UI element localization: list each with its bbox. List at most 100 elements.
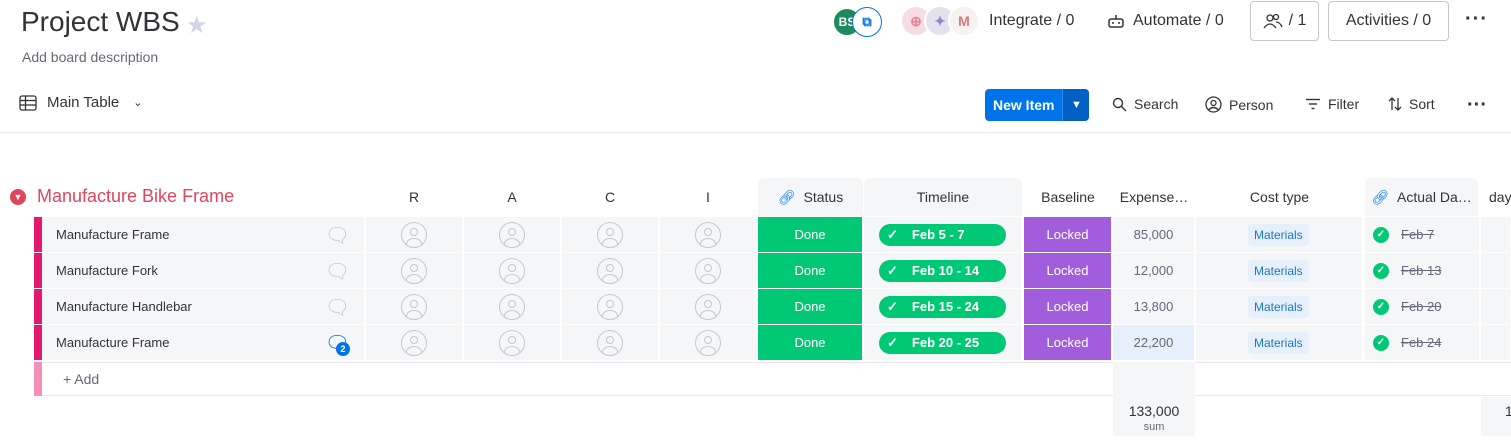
automate-button[interactable]: Automate / 0 [1107, 12, 1224, 30]
person-cell-i[interactable] [660, 217, 757, 252]
days-cell[interactable] [1481, 289, 1511, 324]
cost-type-tag[interactable]: Materials [1248, 331, 1309, 354]
column-header-i[interactable]: I [660, 178, 756, 216]
column-header-cost-type[interactable]: Cost type [1196, 178, 1363, 216]
person-cell-r[interactable] [366, 253, 463, 288]
timeline-range: Feb 10 - 14 [911, 263, 980, 278]
cost-type-tag[interactable]: Materials [1248, 295, 1309, 318]
column-header-c[interactable]: C [562, 178, 658, 216]
cost-type-cell[interactable]: Materials [1196, 325, 1363, 360]
column-header-expenses[interactable]: Expense… [1113, 178, 1195, 216]
cost-type-tag[interactable]: Materials [1248, 223, 1309, 246]
new-item-main[interactable]: New Item [985, 89, 1063, 121]
actual-date-cell[interactable]: ✓ Feb 7 [1365, 217, 1480, 252]
expense-cell[interactable]: 22,200 [1113, 325, 1195, 360]
actual-date-cell[interactable]: ✓ Feb 24 [1365, 325, 1480, 360]
person-cell-i[interactable] [660, 253, 757, 288]
timeline-pill[interactable]: ✓ Feb 15 - 24 [879, 295, 1006, 318]
board-description[interactable]: Add board description [22, 49, 158, 65]
add-item-label[interactable]: + Add [63, 371, 99, 387]
person-cell-c[interactable] [562, 217, 659, 252]
person-cell-i[interactable] [660, 289, 757, 324]
column-header-r[interactable]: R [366, 178, 462, 216]
new-item-button[interactable]: New Item ▼ [985, 89, 1090, 121]
baseline-cell[interactable]: Locked [1024, 217, 1112, 252]
timeline-pill[interactable]: ✓ Feb 20 - 25 [879, 331, 1006, 354]
add-item-row[interactable] [42, 362, 1511, 396]
more-options-icon[interactable]: ··· [1465, 8, 1488, 31]
column-header-baseline[interactable]: Baseline [1024, 178, 1112, 216]
status-cell[interactable]: Done [758, 217, 863, 252]
expense-cell[interactable]: 13,800 [1113, 289, 1195, 324]
person-cell-a[interactable] [464, 289, 561, 324]
cost-type-cell[interactable]: Materials [1196, 253, 1363, 288]
column-header-a[interactable]: A [464, 178, 560, 216]
cost-type-cell[interactable]: Materials [1196, 217, 1363, 252]
column-header-actual-date[interactable]: 🔗︎ Actual Da… [1365, 178, 1478, 216]
person-cell-c[interactable] [562, 325, 659, 360]
timeline-pill[interactable]: ✓ Feb 5 - 7 [879, 223, 1006, 246]
actual-date-cell[interactable]: ✓ Feb 13 [1365, 253, 1480, 288]
expense-cell[interactable]: 12,000 [1113, 253, 1195, 288]
chevron-down-icon[interactable]: ⌄ [133, 96, 142, 109]
actual-date-cell[interactable]: ✓ Feb 20 [1365, 289, 1480, 324]
person-cell-a[interactable] [464, 325, 561, 360]
item-name-cell[interactable]: Manufacture Fork 🗨︎ [42, 253, 365, 288]
comment-icon[interactable]: 🗨︎ [325, 295, 350, 320]
column-header-days[interactable]: day [1481, 178, 1511, 216]
expense-sum-label: sum [1143, 421, 1165, 433]
filter-icon [1306, 98, 1320, 110]
more-options-icon[interactable]: ··· [1467, 94, 1487, 117]
column-header-timeline[interactable]: Timeline [864, 178, 1022, 216]
search-button[interactable]: Search [1112, 96, 1178, 112]
view-tab-main-table[interactable]: Main Table ⌄ [19, 94, 143, 111]
days-cell[interactable] [1481, 217, 1511, 252]
item-name-cell[interactable]: Manufacture Frame 🗨︎ 2 [42, 325, 365, 360]
timeline-cell[interactable]: ✓ Feb 10 - 14 [864, 253, 1022, 288]
star-icon[interactable]: ★ [186, 11, 208, 40]
person-cell-r[interactable] [366, 217, 463, 252]
status-cell[interactable]: Done [758, 325, 863, 360]
item-name-cell[interactable]: Manufacture Handlebar 🗨︎ [42, 289, 365, 324]
comment-icon[interactable]: 🗨︎ [325, 259, 350, 284]
baseline-cell[interactable]: Locked [1024, 325, 1112, 360]
person-cell-c[interactable] [562, 253, 659, 288]
person-cell-i[interactable] [660, 325, 757, 360]
timeline-cell[interactable]: ✓ Feb 20 - 25 [864, 325, 1022, 360]
item-name-cell[interactable]: Manufacture Frame 🗨︎ [42, 217, 365, 252]
invite-members-button[interactable]: / 1 [1250, 1, 1319, 41]
person-filter-button[interactable]: Person [1205, 96, 1273, 113]
person-cell-r[interactable] [366, 289, 463, 324]
integrate-button[interactable]: Integrate / 0 [989, 12, 1074, 30]
person-cell-a[interactable] [464, 253, 561, 288]
collapse-group-icon[interactable]: ▼ [10, 189, 26, 205]
group-title[interactable]: Manufacture Bike Frame [37, 186, 234, 207]
timeline-cell[interactable]: ✓ Feb 15 - 24 [864, 289, 1022, 324]
filter-button[interactable]: Filter [1305, 96, 1359, 112]
person-cell-a[interactable] [464, 217, 561, 252]
bot-icon[interactable]: ⧉ [852, 7, 882, 37]
column-header-status[interactable]: 🔗︎ Status [758, 178, 863, 216]
cost-type-cell[interactable]: Materials [1196, 289, 1363, 324]
status-cell[interactable]: Done [758, 253, 863, 288]
filter-label: Filter [1328, 96, 1360, 112]
person-cell-r[interactable] [366, 325, 463, 360]
gmail-icon[interactable]: M [948, 5, 980, 37]
group-color-bar [34, 325, 42, 360]
sort-button[interactable]: Sort [1388, 96, 1435, 112]
baseline-cell[interactable]: Locked [1024, 253, 1112, 288]
activities-button[interactable]: Activities / 0 [1328, 1, 1449, 41]
status-cell[interactable]: Done [758, 289, 863, 324]
person-label: Person [1229, 96, 1274, 113]
expense-cell[interactable]: 85,000 [1113, 217, 1195, 252]
days-cell[interactable] [1481, 253, 1511, 288]
days-cell[interactable] [1481, 325, 1511, 360]
timeline-pill[interactable]: ✓ Feb 10 - 14 [879, 259, 1006, 282]
baseline-cell[interactable]: Locked [1024, 289, 1112, 324]
comment-icon[interactable]: 🗨︎ [325, 223, 350, 248]
person-cell-c[interactable] [562, 289, 659, 324]
chevron-down-icon[interactable]: ▼ [1062, 89, 1090, 121]
timeline-cell[interactable]: ✓ Feb 5 - 7 [864, 217, 1022, 252]
cost-type-tag[interactable]: Materials [1248, 259, 1309, 282]
board-title[interactable]: Project WBS [21, 6, 180, 38]
